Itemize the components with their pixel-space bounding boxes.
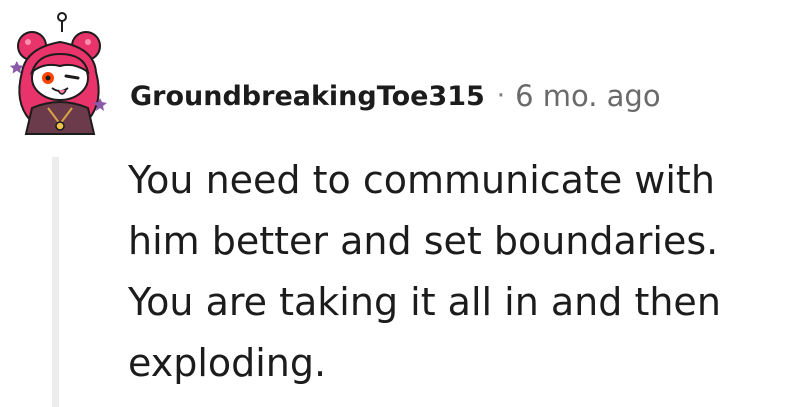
snoo-avatar-icon[interactable] (8, 12, 112, 136)
meta-separator: · (496, 81, 506, 111)
comment-body: You need to communicate with him better … (128, 158, 721, 385)
comment: GroundbreakingToe315 · 6 mo. ago You nee… (0, 0, 792, 407)
thread-collapse-line[interactable] (52, 157, 59, 407)
author-username[interactable]: GroundbreakingToe315 (130, 81, 485, 112)
comment-timestamp[interactable]: 6 mo. ago (515, 79, 661, 113)
comment-meta: GroundbreakingToe315 · 6 mo. ago (130, 74, 661, 118)
